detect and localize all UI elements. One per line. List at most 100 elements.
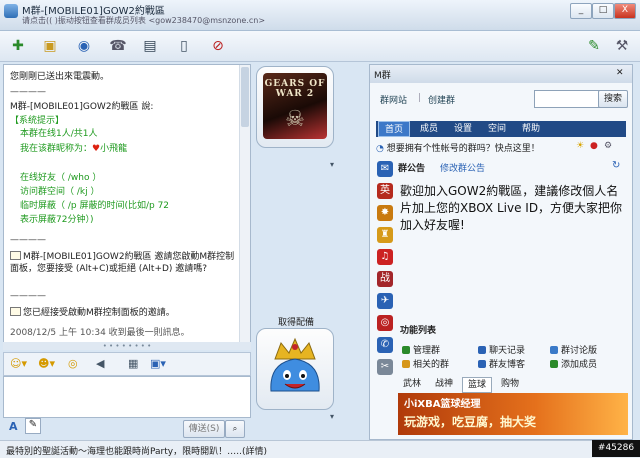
image-icon[interactable]: ▣▾ — [150, 356, 166, 372]
phone-icon[interactable]: ☎ — [108, 36, 128, 56]
last-received: 2008/12/5 上午 10:34 收到最後一則訊息。 — [10, 328, 190, 338]
gear-icon[interactable]: ⚙ — [604, 141, 612, 151]
folder-icon[interactable]: ▣ — [40, 36, 60, 56]
send-button[interactable]: 傳送(S) — [183, 420, 225, 438]
video-icon[interactable]: ▤ — [140, 36, 160, 56]
chat-bubble-icon: ◔ — [376, 144, 384, 154]
notice-heading: 群公告 — [398, 164, 426, 174]
window-subtitle: 请点击(( )振动按钮查看群成员列表 <gow238470@msnzone.cn… — [22, 16, 266, 25]
fire-icon[interactable]: ✸ — [377, 205, 393, 221]
message-input[interactable] — [3, 376, 251, 418]
contact-avatar-frame[interactable]: GEARS OF WAR 2 ☠ — [256, 66, 334, 148]
function-blogs[interactable]: 群友博客 — [478, 357, 525, 370]
music-icon[interactable]: ♫ — [377, 249, 393, 265]
discussion-icon — [550, 346, 558, 354]
refresh-icon[interactable]: ↻ — [612, 160, 620, 171]
sport-icon[interactable]: ✈ — [377, 293, 393, 309]
function-add-member[interactable]: 添加成员 — [550, 357, 597, 370]
tools-icon[interactable]: ⚒ — [612, 36, 632, 56]
chevron-down-icon[interactable]: ▾ — [330, 160, 334, 169]
handwrite-icon[interactable]: ✎ — [25, 418, 41, 434]
nudge-icon[interactable]: ◎ — [68, 356, 78, 372]
chat-message: 您剛剛已送出來電震動。 — [10, 72, 110, 82]
separator: ———— — [10, 291, 46, 301]
add-contact-icon[interactable]: ✚ — [8, 36, 28, 56]
edit-notice-link[interactable]: 修改群公告 — [440, 161, 485, 174]
maximize-button[interactable]: □ — [592, 3, 614, 19]
online-count: 本群在线1人/共1人 — [20, 129, 98, 139]
chevron-down-icon[interactable]: ▾ — [330, 412, 334, 421]
group-tabs: 首页 成员 设置 空间 帮助 — [376, 121, 626, 137]
function-discussion[interactable]: 群讨论版 — [550, 343, 597, 356]
create-group-link[interactable]: 创建群 — [428, 93, 455, 106]
avatar-game-title: GEARS OF WAR 2 — [264, 79, 326, 99]
ad-slogan: 玩游戏，吃豆腐，抽大奖 — [404, 415, 537, 429]
nickname-prefix: 我在该群昵称为： — [20, 144, 93, 154]
separator: ———— — [10, 235, 46, 245]
font-icon[interactable]: A — [9, 420, 18, 433]
tab-basketball[interactable]: 篮球 — [462, 377, 492, 393]
scroll-thumb[interactable] — [241, 67, 249, 127]
close-button[interactable]: X — [614, 3, 636, 19]
tab-shopping[interactable]: 购物 — [496, 377, 524, 391]
martial-icon[interactable]: 英 — [377, 183, 393, 199]
wink-icon[interactable]: ☻▾ — [38, 356, 55, 372]
app-icon — [4, 4, 18, 18]
tab-home[interactable]: 首页 — [378, 121, 410, 137]
group-panel: M群 ✕ 群网站 | 创建群 搜索 首页 成员 设置 空间 帮助 ◔ 想要拥有个… — [369, 64, 633, 440]
title-bar: M群-[MOBILE01]GOW2約戰區 请点击(( )振动按钮查看群成员列表 … — [0, 0, 640, 31]
chat-icon[interactable]: ✆ — [377, 337, 393, 353]
function-manage-group[interactable]: 管理群 — [402, 343, 440, 356]
pen-icon[interactable]: ✎ — [584, 36, 604, 56]
nav-divider: | — [418, 93, 422, 103]
function-label: 群友博客 — [489, 360, 526, 370]
invite-message: M群-[MOBILE01]GOW2約戰區 邀請您啟動M群控制面板，您要接受 (A… — [10, 251, 238, 275]
basketball-ad-banner[interactable]: 小iXBA篮球经理 玩游戏，吃豆腐，抽大奖 — [398, 393, 628, 435]
tab-zhanshen[interactable]: 战神 — [430, 377, 458, 391]
group-panel-title: M群 — [374, 71, 391, 81]
tab-space[interactable]: 空间 — [482, 121, 512, 137]
chat-scrollbar[interactable] — [239, 65, 250, 342]
group-panel-header: M群 ✕ — [370, 65, 632, 83]
block-icon[interactable]: ⊘ — [208, 36, 228, 56]
promo-question[interactable]: ◔ 想要拥有个性帐号的群吗？快点这里！ ☀ ● ⚙ — [376, 141, 626, 157]
heart-icon: ♥ — [92, 144, 101, 154]
skull-icon: ☠ — [285, 107, 305, 132]
cmd-block-cont: 表示屏蔽72分钟）) — [20, 215, 94, 225]
group-website-link[interactable]: 群网站 — [380, 93, 407, 106]
splitter-handle[interactable]: • • • • • • • • — [3, 342, 251, 350]
target-icon[interactable]: ◎ — [377, 315, 393, 331]
mobile-icon[interactable]: ▯ — [174, 36, 194, 56]
chat-history[interactable]: 您剛剛已送出來電震動。 ———— M群-[MOBILE01]GOW2約戰區 說:… — [3, 64, 251, 343]
battle-icon[interactable]: 战 — [377, 271, 393, 287]
function-chat-history[interactable]: 聊天记录 — [478, 343, 525, 356]
background-icon[interactable]: ▦ — [128, 356, 138, 372]
bulb-icon[interactable]: ☀ — [576, 141, 584, 151]
red-circle-icon[interactable]: ● — [590, 141, 598, 151]
history-icon — [478, 346, 486, 354]
notice-icon[interactable]: ✉ — [377, 161, 393, 177]
status-promo-link[interactable]: 最特別的聖誕活動～海理也能跟時尚Party，限時開趴！‥‥.(詳情) — [6, 444, 267, 457]
voice-clip-icon[interactable]: ◀ — [96, 356, 104, 372]
slime-king-avatar — [270, 337, 320, 392]
share-icon[interactable]: ◉ — [74, 36, 94, 56]
side-icon-bar: ✉ 英 ✸ ♜ ♫ 战 ✈ ◎ ✆ ✂ — [376, 161, 394, 391]
close-icon[interactable]: ✕ — [616, 68, 624, 78]
send-options-icon[interactable]: ⌕ — [225, 420, 245, 438]
tab-wulin[interactable]: 武林 — [398, 377, 426, 391]
tab-help[interactable]: 帮助 — [516, 121, 546, 137]
emoticon-icon[interactable]: ☺▾ — [10, 356, 27, 372]
nickname-line: 我在该群昵称为：♥小飛龍 — [20, 143, 248, 155]
tab-members[interactable]: 成员 — [414, 121, 444, 137]
function-label: 添加成员 — [561, 360, 598, 370]
cmd-block: 临时屏蔽（ /p 屏蔽的时间(比如/p 72 — [20, 201, 170, 211]
tool-icon[interactable]: ✂ — [377, 359, 393, 375]
game-icon[interactable]: ♜ — [377, 227, 393, 243]
tab-settings[interactable]: 设置 — [448, 121, 478, 137]
search-button[interactable]: 搜索 — [598, 90, 628, 108]
minimize-button[interactable]: _ — [570, 3, 592, 19]
status-bar: 最特別的聖誕活動～海理也能跟時尚Party，限時開趴！‥‥.(詳情) — [0, 440, 640, 458]
function-related-groups[interactable]: 相关的群 — [402, 357, 449, 370]
my-avatar-frame[interactable] — [256, 328, 334, 410]
group-search-input[interactable] — [534, 90, 600, 108]
